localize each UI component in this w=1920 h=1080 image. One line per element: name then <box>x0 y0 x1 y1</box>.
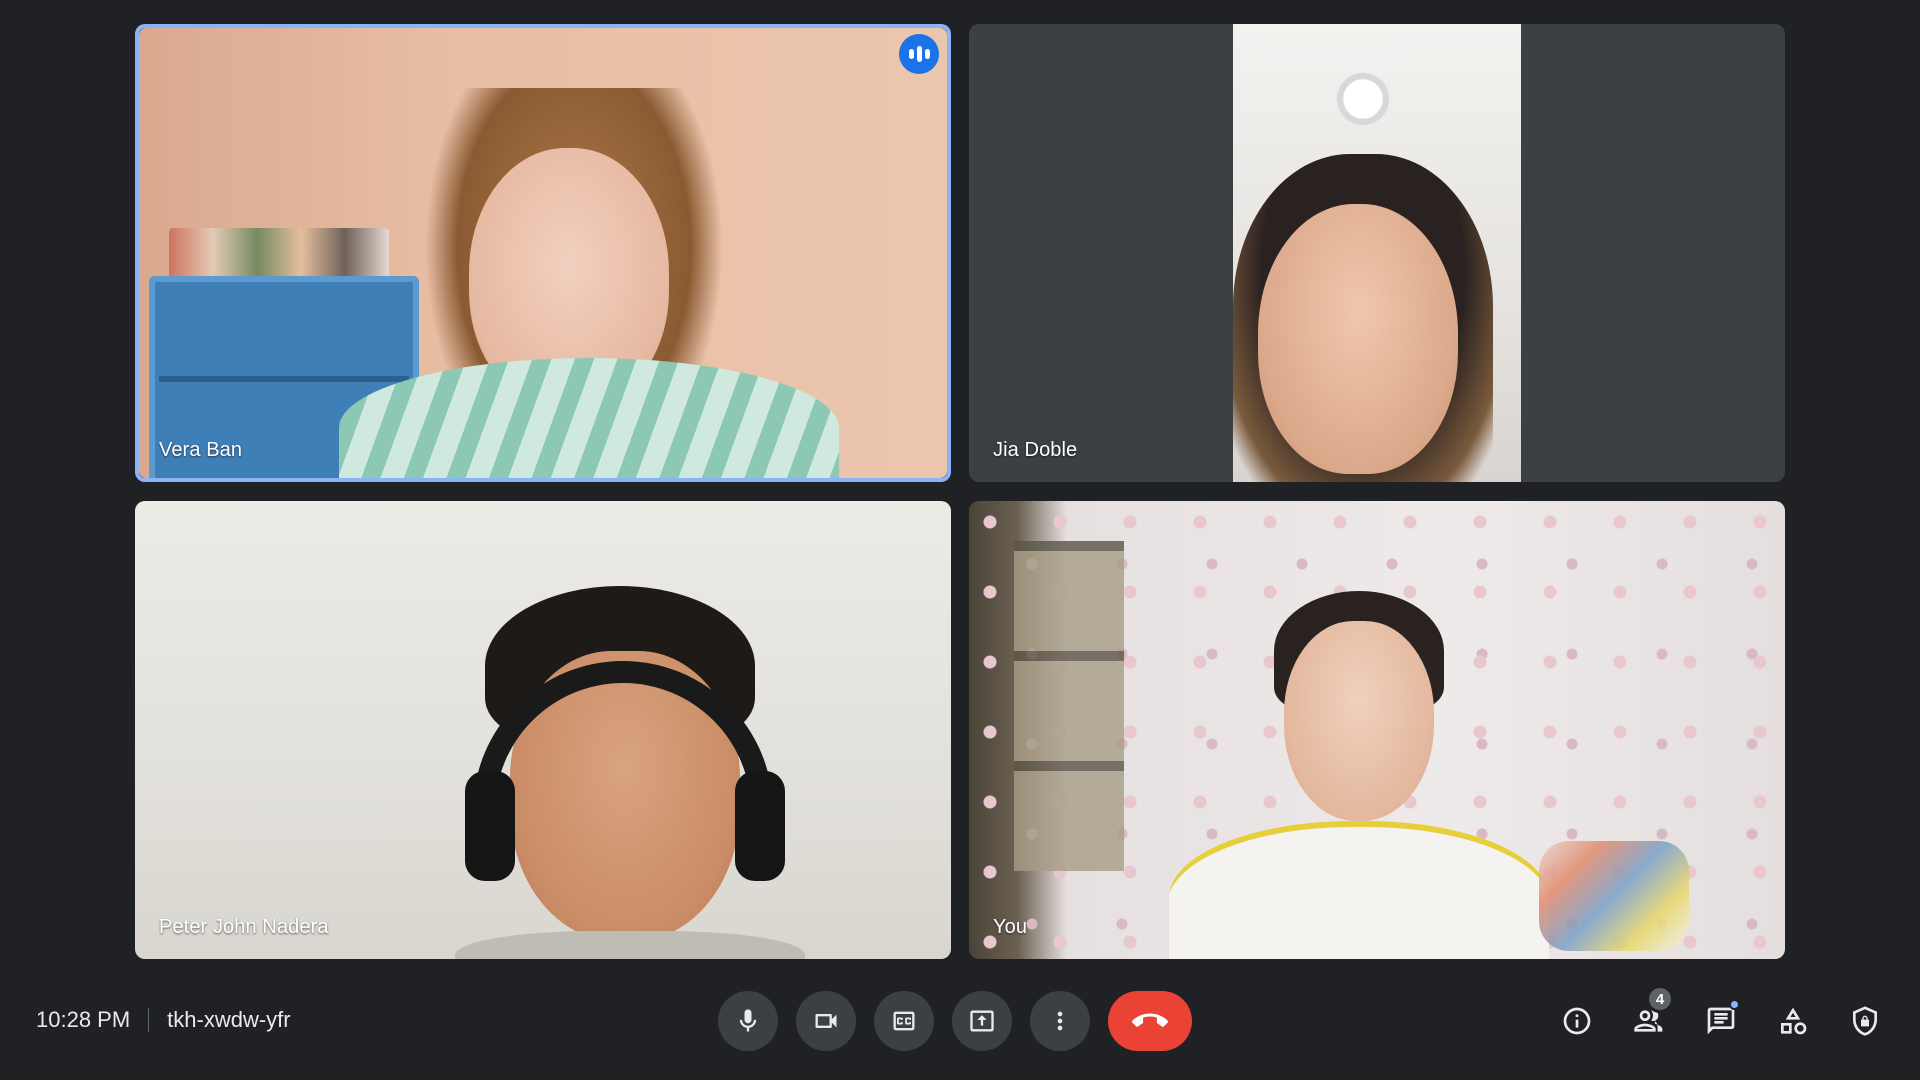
participant-name: Vera Ban <box>159 439 243 461</box>
background-shelf-items <box>169 228 389 278</box>
participant-video <box>135 501 951 959</box>
captions-icon <box>893 1011 915 1031</box>
meeting-info: 10:28 PM tkh-xwdw-yfr <box>36 1007 291 1033</box>
bottom-bar: 10:28 PM tkh-xwdw-yfr 4 <box>0 975 1920 1065</box>
divider <box>148 1008 150 1032</box>
background-shelf <box>1014 541 1124 871</box>
headset-ear-left <box>465 771 515 881</box>
participant-tile-you[interactable]: You <box>969 501 1785 959</box>
activities-button[interactable] <box>1768 991 1818 1051</box>
meeting-code: tkh-xwdw-yfr <box>167 1007 291 1032</box>
participant-tile-peter-john-nadera[interactable]: Peter John Nadera <box>135 501 951 959</box>
clock-time: 10:28 PM <box>36 1007 131 1032</box>
participant-video <box>139 28 947 478</box>
participant-face <box>1284 621 1434 821</box>
participant-tile-vera-ban[interactable]: Vera Ban <box>135 24 951 482</box>
people-button[interactable]: 4 <box>1624 985 1674 1051</box>
people-count-badge: 4 <box>1646 985 1674 1013</box>
participant-video <box>1233 24 1521 482</box>
background-pillow <box>1539 841 1689 951</box>
ceiling-fan <box>1318 54 1408 144</box>
host-controls-button[interactable] <box>1840 991 1890 1051</box>
leave-call-button[interactable] <box>1108 991 1192 1051</box>
participant-tile-jia-doble[interactable]: Jia Doble <box>969 24 1785 482</box>
participant-name: You <box>993 916 1028 938</box>
unread-dot <box>1729 999 1740 1010</box>
speaking-indicator-icon <box>899 34 939 74</box>
microphone-button[interactable] <box>718 991 778 1051</box>
activities-icon <box>1781 1007 1807 1035</box>
more-options-button[interactable] <box>1030 991 1090 1051</box>
meeting-details-button[interactable] <box>1552 991 1602 1051</box>
leave-call-icon <box>1132 1013 1168 1027</box>
participant-shirt <box>455 931 805 959</box>
meeting-stage: Vera Ban Jia Doble Peter John Nadera You… <box>0 0 1920 1080</box>
present-icon <box>970 1010 994 1032</box>
chat-button[interactable] <box>1696 991 1746 1051</box>
captions-button[interactable] <box>874 991 934 1051</box>
headset-ear-right <box>735 771 785 881</box>
camera-icon <box>815 1014 837 1028</box>
more-options-icon <box>1057 1011 1063 1031</box>
participant-face <box>1258 204 1458 474</box>
call-controls <box>718 991 1192 1051</box>
present-button[interactable] <box>952 991 1012 1051</box>
microphone-icon <box>739 1009 757 1032</box>
right-actions: 4 <box>1552 985 1890 1051</box>
participant-video <box>969 501 1785 959</box>
participant-name: Jia Doble <box>993 439 1078 461</box>
camera-button[interactable] <box>796 991 856 1051</box>
participant-shirt <box>1169 821 1549 959</box>
info-icon <box>1563 1007 1591 1035</box>
participant-name: Peter John Nadera <box>159 916 329 938</box>
shield-lock-icon <box>1853 1006 1877 1036</box>
